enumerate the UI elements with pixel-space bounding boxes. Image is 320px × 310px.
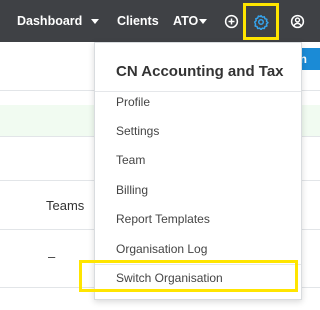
menu-item-team[interactable]: Team [116,153,145,167]
dashboard-chevron-down-icon[interactable] [91,19,99,24]
nav-ato-link[interactable]: ATO [173,0,198,42]
organisation-name: CN Accounting and Tax [116,63,284,80]
teams-cell: Teams [46,198,85,213]
user-circle-icon [290,14,304,28]
empty-value-cell: – [48,249,56,264]
top-navbar: Dashboard Clients ATO [0,0,320,42]
app-screen: Teams – + In Dashboard Clients ATO [0,0,320,310]
menu-item-profile[interactable]: Profile [116,95,150,109]
plus-circle-icon [224,14,238,28]
menu-item-organisation-log[interactable]: Organisation Log [116,242,207,256]
menu-item-settings[interactable]: Settings [116,124,159,138]
ato-chevron-down-icon[interactable] [199,19,207,24]
menu-item-report-templates[interactable]: Report Templates [116,212,210,226]
nav-dashboard-link[interactable]: Dashboard [17,0,82,42]
gear-icon [253,14,269,30]
menu-item-billing[interactable]: Billing [116,183,148,197]
nav-clients-link[interactable]: Clients [117,0,159,42]
settings-button[interactable] [243,3,279,40]
switch-organisation-highlight [79,260,298,292]
user-account-button[interactable] [286,0,308,42]
menu-divider [95,91,301,92]
add-circle-button[interactable] [220,0,242,42]
